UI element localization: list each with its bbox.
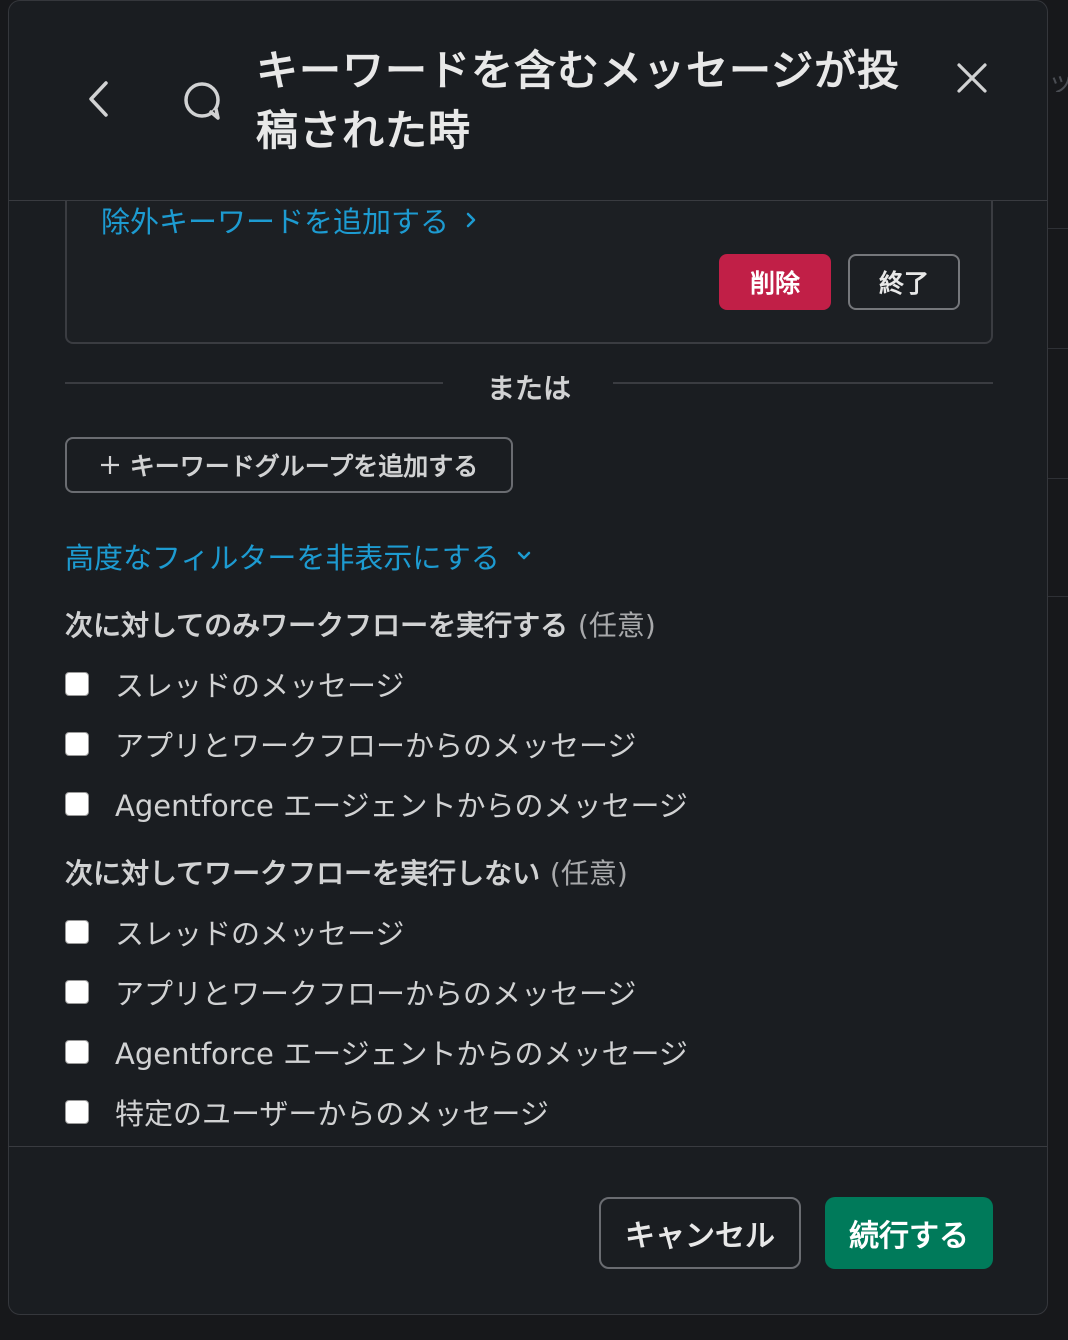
backdrop-divider (1046, 478, 1068, 479)
modal-title: キーワードを含むメッセージが投稿された時 (256, 46, 901, 155)
checkbox[interactable] (65, 672, 89, 696)
backdrop-divider (1046, 228, 1068, 229)
modal-header: キーワードを含むメッセージが投稿された時 (9, 1, 1047, 201)
not-thread-messages-option[interactable]: スレッドのメッセージ (65, 910, 404, 954)
only-agentforce-messages-option[interactable]: Agentforce エージェントからのメッセージ (65, 782, 688, 826)
continue-button[interactable]: 続行する (825, 1197, 993, 1269)
optional-marker: (任意) (577, 609, 656, 642)
option-label: Agentforce エージェントからのメッセージ (115, 1037, 688, 1071)
add-keyword-group-label: キーワードグループを追加する (129, 452, 479, 481)
only-run-section-label: 次に対してのみワークフローを実行する (65, 609, 569, 642)
chevron-left-icon (89, 81, 108, 117)
not-app-workflow-messages-option[interactable]: アプリとワークフローからのメッセージ (65, 970, 636, 1014)
only-thread-messages-option[interactable]: スレッドのメッセージ (65, 662, 404, 706)
do-not-run-section-label: 次に対してワークフローを実行しない (65, 857, 541, 890)
close-button[interactable] (949, 55, 995, 101)
chevron-right-icon (466, 212, 476, 228)
done-button[interactable]: 終了 (848, 254, 960, 310)
backdrop-partial-glyph: ッ (1048, 68, 1068, 92)
checkbox[interactable] (65, 1040, 89, 1064)
cancel-button[interactable]: キャンセル (599, 1197, 801, 1269)
modal-footer: キャンセル 続行する (9, 1146, 1047, 1314)
do-not-run-section-title: 次に対してワークフローを実行しない (任意) (65, 852, 628, 892)
delete-button[interactable]: 削除 (719, 254, 831, 310)
or-divider: または (65, 367, 993, 405)
close-icon (957, 63, 987, 93)
only-app-workflow-messages-option[interactable]: アプリとワークフローからのメッセージ (65, 722, 636, 766)
checkbox[interactable] (65, 920, 89, 944)
keyword-group-card: 除外キーワードを追加する 削除 終了 (65, 201, 993, 344)
checkbox[interactable] (65, 732, 89, 756)
option-label: スレッドのメッセージ (115, 917, 405, 951)
chevron-down-icon (517, 551, 530, 560)
only-run-section-title: 次に対してのみワークフローを実行する (任意) (65, 604, 656, 644)
option-label: Agentforce エージェントからのメッセージ (115, 789, 688, 823)
back-button[interactable] (79, 73, 119, 125)
option-label: アプリとワークフローからのメッセージ (115, 729, 637, 763)
add-exclude-keyword-label: 除外キーワードを追加する (101, 205, 450, 239)
plus-icon (100, 456, 119, 474)
backdrop-divider (1046, 596, 1068, 597)
option-label: アプリとワークフローからのメッセージ (115, 977, 637, 1011)
advanced-filter-toggle[interactable]: 高度なフィルターを非表示にする (65, 535, 532, 577)
not-specific-user-messages-option[interactable]: 特定のユーザーからのメッセージ (65, 1090, 549, 1134)
option-label: スレッドのメッセージ (115, 669, 405, 703)
modal-body[interactable]: 除外キーワードを追加する 削除 終了 または キーワードグループを追加する 高度… (9, 201, 1047, 1146)
workflow-trigger-modal: キーワードを含むメッセージが投稿された時 除外キーワードを追加する 削除 終了 … (8, 0, 1048, 1315)
or-label: または (486, 372, 571, 405)
add-exclude-keyword-link[interactable]: 除外キーワードを追加する (101, 201, 477, 241)
checkbox[interactable] (65, 1100, 89, 1124)
add-keyword-group-button[interactable]: キーワードグループを追加する (65, 437, 513, 493)
option-label: 特定のユーザーからのメッセージ (115, 1097, 549, 1131)
backdrop-divider (1046, 348, 1068, 349)
checkbox[interactable] (65, 792, 89, 816)
advanced-filter-label: 高度なフィルターを非表示にする (65, 541, 500, 575)
optional-marker: (任意) (549, 857, 628, 890)
message-bubble-icon (181, 79, 225, 123)
not-agentforce-messages-option[interactable]: Agentforce エージェントからのメッセージ (65, 1030, 688, 1074)
checkbox[interactable] (65, 980, 89, 1004)
